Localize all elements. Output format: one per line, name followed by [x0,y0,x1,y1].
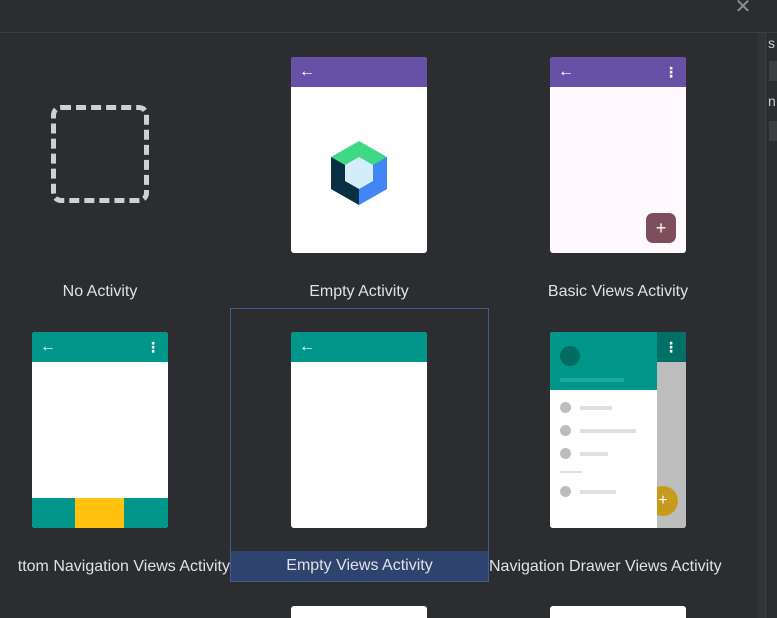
app-bar: ⋮ [656,332,686,362]
app-bar: ← [291,332,427,362]
navigation-drawer [550,332,657,528]
app-bar: ← ⋮ [32,332,168,362]
drawer-header [550,332,657,390]
no-activity-placeholder-icon [51,105,149,203]
bottom-navigation-selected-item [75,498,124,528]
drawer-divider [560,471,582,473]
phone-preview: ← ⋮ + [550,57,686,253]
back-arrow-icon: ← [299,63,315,80]
template-no-activity[interactable]: No Activity [0,33,200,308]
back-arrow-icon: ← [558,63,574,80]
side-panel: s n [765,33,777,618]
phone-preview: ← [291,57,427,253]
dialog-header: ✕ [0,0,777,33]
template-navigation-drawer-views-activity[interactable]: ⋮ + Navigation Drawer Views Activity [489,309,757,583]
close-icon[interactable]: ✕ [732,0,754,17]
vertical-scrollbar[interactable] [757,33,765,618]
bottom-navigation-bar [32,498,168,528]
template-label: Navigation Drawer Views Activity [489,558,722,575]
template-label: Empty Views Activity [231,551,488,581]
template-label: No Activity [62,283,138,300]
back-arrow-icon: ← [299,338,315,355]
fab-plus-icon: + [646,213,676,243]
app-bar: ← ⋮ [550,57,686,87]
phone-preview: ⋮ + [550,332,686,528]
template-empty-views-activity[interactable]: ← Empty Views Activity [230,308,489,582]
phone-preview: ← ⋮ [32,332,168,528]
compose-logo-icon [331,141,387,205]
side-panel-text: n [768,93,776,109]
phone-preview: ← [291,332,427,528]
template-bottom-navigation-views-activity[interactable]: ← ⋮ ttom Navigation Views Activity [0,309,230,583]
side-panel-text: s [768,35,775,51]
back-arrow-icon: ← [40,338,56,355]
avatar [560,346,580,366]
side-panel-bar [769,61,777,81]
template-gallery: No Activity ← Empty Activity ← ⋮ + Basic… [0,33,757,618]
template-empty-activity[interactable]: ← Empty Activity [240,33,478,308]
template-label: Basic Views Activity [547,283,689,300]
more-vert-icon: ⋮ [664,64,678,80]
side-panel-bar [769,121,777,141]
phone-preview [291,606,427,618]
app-bar: ← [291,57,427,87]
template-label: ttom Navigation Views Activity [17,558,230,575]
more-vert-icon: ⋮ [146,339,160,355]
more-vert-icon: ⋮ [664,339,678,355]
template-label: Empty Activity [309,283,409,300]
drawer-header-line [560,378,624,382]
template-basic-views-activity[interactable]: ← ⋮ + Basic Views Activity [498,33,738,308]
phone-preview [550,606,686,618]
